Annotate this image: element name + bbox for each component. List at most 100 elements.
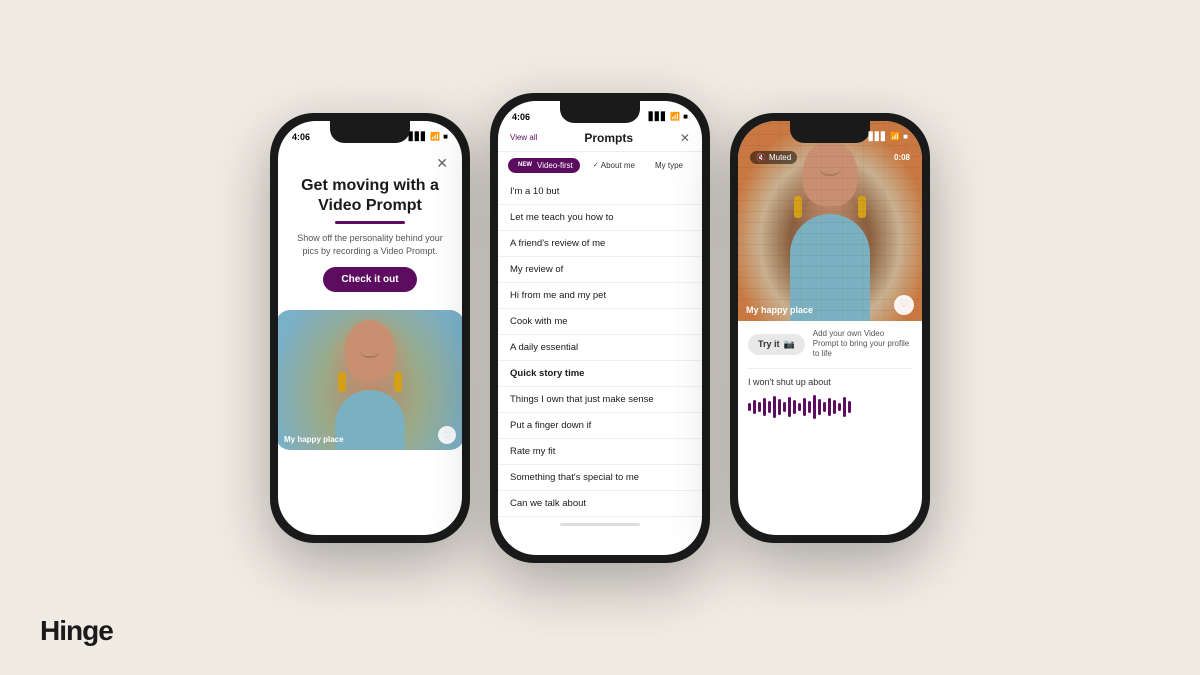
phone1-status-icons: ▋▋▋ 📶 ■ bbox=[409, 132, 448, 141]
phone3-status-icons: ▋▋▋ 📶 ■ bbox=[869, 132, 908, 141]
prompt-item-3[interactable]: A friend's review of me bbox=[498, 231, 702, 257]
wave-bar-4 bbox=[763, 398, 766, 416]
wave-bar-17 bbox=[828, 398, 831, 416]
wave-bar-19 bbox=[838, 403, 841, 411]
phone-1: 4:06 ▋▋▋ 📶 ■ ✕ Get moving with a Video P… bbox=[270, 113, 470, 543]
phone3-caption-bar: My happy place ♡ bbox=[738, 289, 922, 321]
wave-bar-16 bbox=[823, 402, 826, 412]
muted-label: Muted bbox=[769, 153, 791, 162]
signal-icon: ▋▋▋ bbox=[409, 132, 427, 141]
phone3-waveform bbox=[738, 391, 922, 423]
phone3-prompt-label: I won't shut up about bbox=[738, 369, 922, 391]
phone-3: 4:06 ▋▋▋ 📶 ■ bbox=[730, 113, 930, 543]
wave-bar-18 bbox=[833, 400, 836, 414]
wave-bar-2 bbox=[753, 400, 756, 414]
phone1-photo-caption: My happy place bbox=[284, 435, 344, 444]
phone1-cta-button[interactable]: Check it out bbox=[323, 267, 416, 292]
wave-bar-12 bbox=[803, 398, 806, 416]
phone3-status-bar: 4:06 ▋▋▋ 📶 ■ bbox=[738, 121, 922, 147]
phone1-photo bbox=[278, 310, 462, 450]
phone3-timer: 0:08 bbox=[894, 153, 910, 162]
prompt-item-12[interactable]: Something that's special to me bbox=[498, 465, 702, 491]
earring-right-3 bbox=[858, 196, 866, 218]
phone-2: 4:06 ▋▋▋ 📶 ■ View all Prompts ✕ NEW Vide… bbox=[490, 93, 710, 563]
phone1-time: 4:06 bbox=[292, 132, 310, 142]
wave-bar-15 bbox=[818, 399, 821, 415]
battery-icon-2: ■ bbox=[683, 112, 688, 121]
phone2-header: View all Prompts ✕ bbox=[498, 127, 702, 152]
battery-icon-3: ■ bbox=[903, 132, 908, 141]
prompt-item-13[interactable]: Can we talk about bbox=[498, 491, 702, 517]
signal-icon-2: ▋▋▋ bbox=[649, 112, 667, 121]
prompt-item-7[interactable]: A daily essential bbox=[498, 335, 702, 361]
prompt-item-1[interactable]: I'm a 10 but bbox=[498, 179, 702, 205]
bottom-indicator bbox=[560, 523, 640, 526]
tab-about-me-check: ✓ bbox=[593, 161, 599, 169]
prompt-item-6[interactable]: Cook with me bbox=[498, 309, 702, 335]
phone1-photo-gradient bbox=[278, 310, 462, 450]
prompt-item-4[interactable]: My review of bbox=[498, 257, 702, 283]
earring-left bbox=[338, 372, 346, 392]
phone2-status-icons: ▋▋▋ 📶 ■ bbox=[649, 112, 688, 121]
wave-bar-14 bbox=[813, 395, 816, 419]
phone1-photo-frame: My happy place ♡ bbox=[278, 310, 462, 450]
wave-bar-8 bbox=[783, 402, 786, 412]
phone1-content: ✕ Get moving with a Video Prompt Show of… bbox=[278, 147, 462, 311]
body bbox=[335, 390, 405, 450]
phone3-heart-button[interactable]: ♡ bbox=[894, 295, 914, 315]
wave-bar-20 bbox=[843, 397, 846, 417]
tab-about-me-label: About me bbox=[601, 161, 635, 170]
prompt-item-2[interactable]: Let me teach you how to bbox=[498, 205, 702, 231]
phone1-close-button[interactable]: ✕ bbox=[292, 155, 448, 172]
phone1-description: Show off the personality behind your pic… bbox=[292, 232, 448, 257]
earring-left-3 bbox=[794, 196, 802, 218]
phone2-title: Prompts bbox=[584, 131, 633, 145]
phone2-tabs: NEW Video-first ✓ About me My type ✓ Get… bbox=[498, 152, 702, 179]
earring-right bbox=[394, 372, 402, 392]
phone2-time: 4:06 bbox=[512, 112, 530, 122]
signal-icon-3: ▋▋▋ bbox=[869, 132, 887, 141]
wave-bar-11 bbox=[798, 403, 801, 411]
prompt-item-5[interactable]: Hi from me and my pet bbox=[498, 283, 702, 309]
phone3-overlay-controls: 🔇 Muted 0:08 bbox=[738, 147, 922, 168]
tab-about-me[interactable]: ✓ About me bbox=[586, 158, 642, 173]
wave-bar-7 bbox=[778, 399, 781, 415]
phone3-try-description: Add your own Video Prompt to bring your … bbox=[813, 329, 912, 360]
wave-bar-10 bbox=[793, 400, 796, 414]
prompt-item-8[interactable]: Quick story time bbox=[498, 361, 702, 387]
tab-new-badge: NEW bbox=[515, 161, 535, 169]
phone3-try-row: Try it 📷 Add your own Video Prompt to br… bbox=[738, 321, 922, 368]
wifi-icon: 📶 bbox=[430, 132, 440, 141]
phone3-muted-indicator[interactable]: 🔇 Muted bbox=[750, 151, 797, 164]
prompt-item-10[interactable]: Put a finger down if bbox=[498, 413, 702, 439]
wave-bar-1 bbox=[748, 403, 751, 411]
wave-bar-3 bbox=[758, 402, 761, 412]
wave-bar-6 bbox=[773, 396, 776, 418]
wave-bar-5 bbox=[768, 401, 771, 413]
phone3-caption: My happy place bbox=[746, 305, 813, 315]
wave-bar-13 bbox=[808, 401, 811, 413]
phone1-title-underline bbox=[335, 221, 405, 224]
phone2-prompts-list: I'm a 10 but Let me teach you how to A f… bbox=[498, 179, 702, 517]
phone3-try-button[interactable]: Try it 📷 bbox=[748, 334, 805, 355]
phone2-close-button[interactable]: ✕ bbox=[680, 131, 690, 145]
tab-my-type-label: My type bbox=[655, 161, 683, 170]
battery-icon: ■ bbox=[443, 132, 448, 141]
camera-icon: 📷 bbox=[784, 339, 795, 350]
phone3-video[interactable]: 🔇 Muted 0:08 My happy place ♡ bbox=[738, 121, 922, 321]
muted-icon: 🔇 bbox=[756, 153, 766, 162]
prompt-item-9[interactable]: Things I own that just make sense bbox=[498, 387, 702, 413]
wave-bar-21 bbox=[848, 401, 851, 413]
hinge-logo: Hinge bbox=[40, 615, 113, 647]
tab-my-type[interactable]: My type bbox=[648, 158, 690, 173]
tab-video-first[interactable]: NEW Video-first bbox=[508, 158, 580, 173]
wave-bar-9 bbox=[788, 397, 791, 417]
tab-getting[interactable]: ✓ Gettin... bbox=[696, 158, 702, 173]
tab-video-first-label: Video-first bbox=[537, 161, 573, 170]
wifi-icon-3: 📶 bbox=[890, 132, 900, 141]
phone1-title: Get moving with a Video Prompt bbox=[292, 176, 448, 218]
wifi-icon-2: 📶 bbox=[670, 112, 680, 121]
phone2-view-all[interactable]: View all bbox=[510, 133, 537, 142]
prompt-item-11[interactable]: Rate my fit bbox=[498, 439, 702, 465]
phone1-notch bbox=[330, 121, 410, 143]
